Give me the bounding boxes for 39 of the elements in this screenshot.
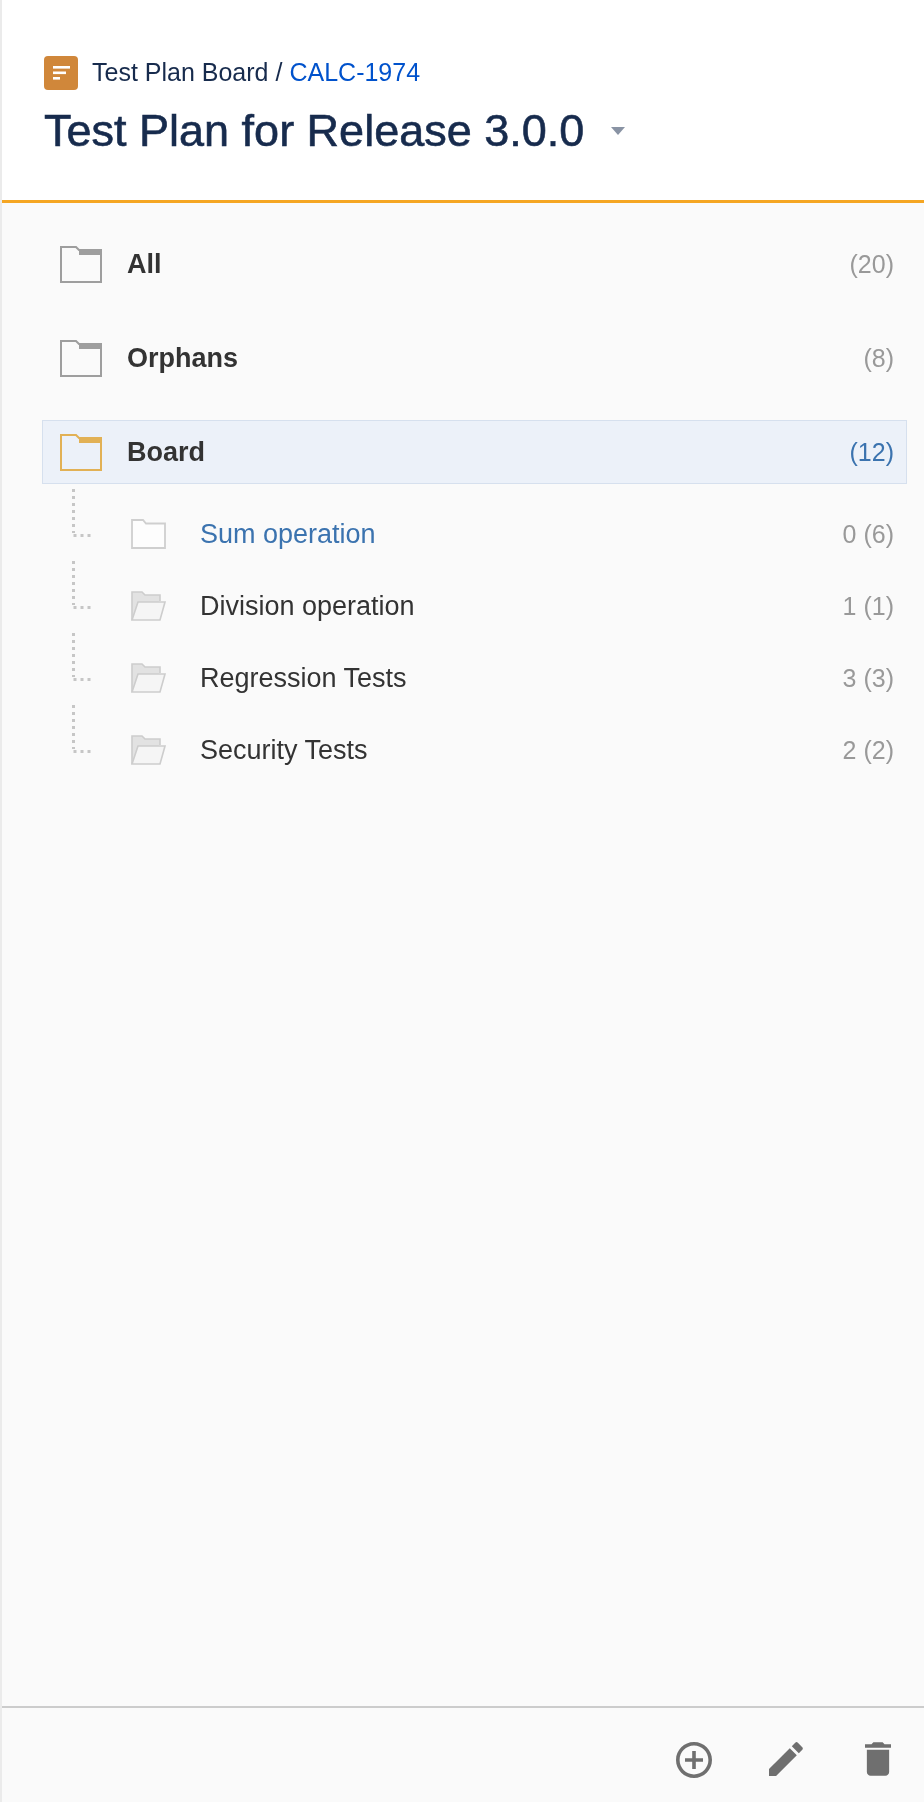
breadcrumb-separator: /: [275, 58, 283, 87]
folder-icon: [60, 433, 102, 471]
item-label: Sum operation: [200, 518, 376, 550]
board-icon: [44, 55, 78, 90]
folder-icon: [60, 245, 102, 283]
tree-item[interactable]: Sum operation 0 (6): [94, 498, 907, 570]
page-title: Test Plan for Release 3.0.0: [44, 105, 585, 157]
item-label: Orphans: [127, 342, 239, 374]
item-label: Security Tests: [200, 734, 368, 766]
item-label: Regression Tests: [200, 662, 407, 694]
tree-connector-line: [72, 561, 94, 609]
folder-icon: [60, 339, 102, 377]
trash-icon: [865, 1742, 891, 1776]
board-link[interactable]: Test Plan Board: [92, 58, 269, 87]
tree-item[interactable]: Board (12): [42, 420, 907, 484]
delete-button[interactable]: [865, 1742, 891, 1776]
item-count: (12): [849, 437, 894, 467]
item-label: Division operation: [200, 590, 415, 622]
tree-item[interactable]: Regression Tests 3 (3): [94, 642, 907, 714]
item-count: 3 (3): [842, 663, 894, 693]
item-label: Board: [127, 436, 205, 468]
add-button[interactable]: [676, 1742, 712, 1778]
tree-connector-line: [72, 705, 94, 753]
item-count: 2 (2): [842, 735, 894, 765]
item-count: (8): [863, 343, 894, 373]
item-count: 1 (1): [842, 591, 894, 621]
tree-item[interactable]: All (20): [42, 232, 907, 296]
tree-item[interactable]: Security Tests 2 (2): [94, 714, 907, 786]
tree-connector-line: [72, 633, 94, 681]
tree-item[interactable]: Division operation 1 (1): [94, 570, 907, 642]
issue-key-link[interactable]: CALC-1974: [289, 58, 421, 87]
item-label: All: [127, 248, 162, 280]
tree-item[interactable]: Orphans (8): [42, 326, 907, 390]
item-count: (20): [849, 249, 894, 279]
tree-connector-line: [72, 489, 94, 537]
edit-button[interactable]: [769, 1742, 803, 1776]
caret-icon[interactable]: [611, 127, 626, 135]
pencil-icon: [769, 1742, 803, 1776]
item-count: 0 (6): [842, 519, 894, 549]
